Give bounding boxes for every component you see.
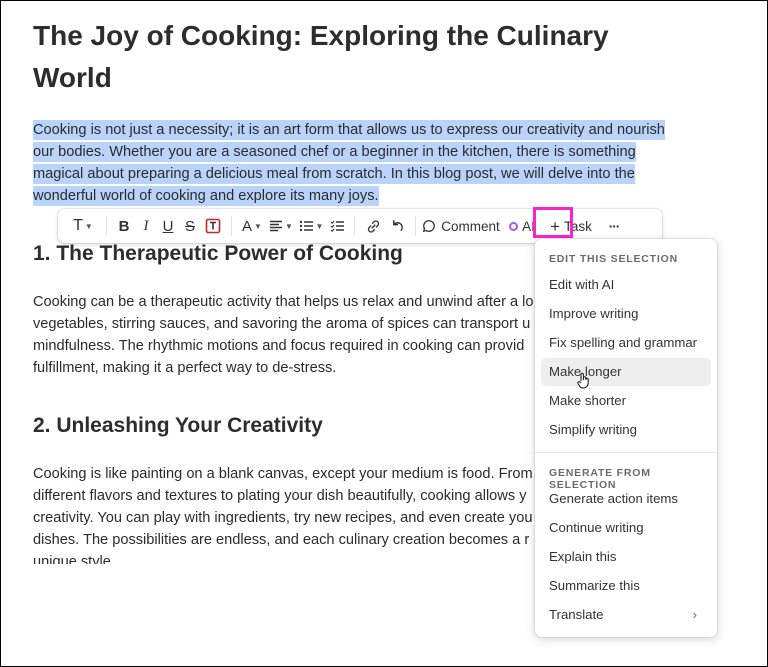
text-style-icon: T: [73, 217, 83, 234]
section2-line-3: creativity. You can play with ingredient…: [33, 510, 533, 526]
bold-button[interactable]: B: [113, 213, 135, 239]
rotate-icon: [392, 219, 403, 231]
strikethrough-button[interactable]: S: [179, 213, 201, 239]
translate-label: Translate: [549, 607, 604, 622]
section2-line-5: unique style.: [33, 554, 115, 564]
strikethrough-icon: S: [184, 217, 195, 235]
toolbar-divider: [415, 216, 416, 236]
menu-item-continue-writing[interactable]: Continue writing: [541, 514, 711, 542]
bullet-list-icon: [299, 220, 313, 232]
underline-icon: U: [162, 217, 174, 235]
italic-button[interactable]: I: [135, 213, 157, 239]
font-color-button[interactable]: A ▼: [238, 213, 266, 239]
ai-sparkle-icon: [509, 221, 519, 231]
toolbar-divider: [354, 216, 355, 236]
comment-icon: [423, 220, 436, 233]
text-highlight-icon: [205, 218, 221, 234]
section2-line-4: dishes. The possibilities are endless, a…: [33, 532, 530, 548]
menu-item-summarize-this[interactable]: Summarize this: [541, 572, 711, 600]
italic-icon: I: [143, 217, 149, 234]
chevron-down-icon: ▼: [285, 221, 293, 231]
text-style-button[interactable]: T ▼: [66, 213, 100, 239]
ai-actions-menu: EDIT THIS SELECTION Edit with AI Improve…: [535, 239, 717, 637]
chevron-right-icon: ›: [692, 607, 697, 622]
section2-line-1: Cooking is like painting on a blank canv…: [33, 466, 533, 482]
more-options-button[interactable]: ···: [600, 213, 628, 239]
chevron-down-icon: ▼: [315, 221, 324, 231]
checklist-button[interactable]: [326, 213, 348, 239]
menu-item-generate-action-items[interactable]: Generate action items: [541, 485, 711, 513]
checklist-icon: [330, 220, 344, 232]
menu-item-make-shorter[interactable]: Make shorter: [541, 387, 711, 415]
font-color-icon: A: [242, 217, 253, 235]
menu-item-edit-with-ai[interactable]: Edit with AI: [541, 271, 711, 299]
underline-button[interactable]: U: [157, 213, 179, 239]
menu-item-explain-this[interactable]: Explain this: [541, 543, 711, 571]
link-icon: [367, 219, 379, 233]
toolbar-divider: [231, 216, 232, 236]
more-icon: ···: [608, 218, 620, 234]
menu-item-make-longer[interactable]: Make longer: [541, 358, 711, 389]
comment-label: Comment: [441, 218, 500, 234]
align-button[interactable]: ▼: [266, 213, 296, 239]
menu-divider: [535, 452, 717, 453]
menu-item-improve-writing[interactable]: Improve writing: [541, 300, 711, 328]
highlight-button[interactable]: [201, 213, 225, 239]
chevron-down-icon: ▼: [84, 221, 93, 231]
chevron-down-icon: ▼: [254, 221, 262, 231]
menu-item-fix-spelling[interactable]: Fix spelling and grammar: [541, 329, 711, 357]
menu-item-simplify-writing[interactable]: Simplify writing: [541, 416, 711, 444]
section2-line-2: different flavors and textures to platin…: [33, 488, 527, 504]
link-button[interactable]: [361, 213, 385, 239]
comment-button[interactable]: Comment: [422, 213, 500, 239]
align-left-icon: [270, 220, 283, 232]
ai-button-highlight: [533, 207, 573, 238]
turn-into-button[interactable]: [385, 213, 409, 239]
menu-item-translate[interactable]: Translate ›: [541, 601, 711, 629]
edit-section-label: EDIT THIS SELECTION: [549, 253, 678, 265]
bold-icon: B: [118, 217, 130, 235]
toolbar-divider: [106, 216, 107, 236]
editor-window: The Joy of Cooking: Exploring the Culina…: [0, 0, 768, 667]
bullet-list-button[interactable]: ▼: [296, 213, 326, 239]
